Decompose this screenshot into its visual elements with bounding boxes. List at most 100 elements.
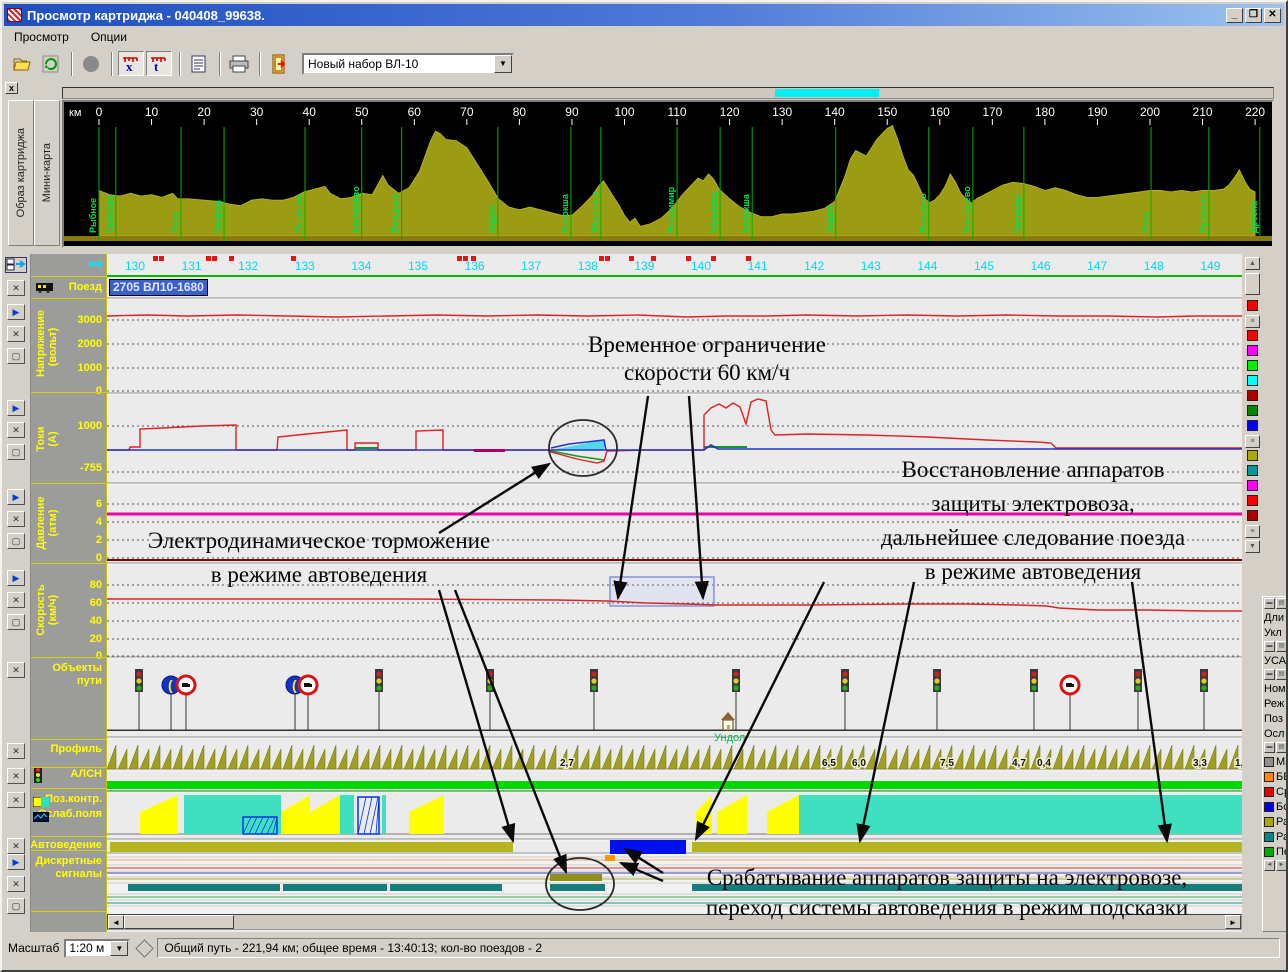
minimap-tabs: Образ картриджа Мини-карта xyxy=(8,100,60,246)
scroll-left-icon[interactable]: ◄ xyxy=(1264,860,1275,871)
titlebar: Просмотр картриджа - 040408_99638. _ ❐ ✕ xyxy=(4,4,1284,26)
signal-color-swatch[interactable] xyxy=(1247,405,1258,416)
signal-color-swatch[interactable] xyxy=(1247,420,1258,431)
signal-toggle-button[interactable]: ≡ xyxy=(1245,435,1260,448)
scale-by-distance-button[interactable]: x xyxy=(118,51,144,76)
svg-text:100: 100 xyxy=(614,105,634,119)
legend-buttons: ▬▤ xyxy=(1263,668,1288,681)
train-id-value[interactable]: 2705 ВЛ10-1680 xyxy=(109,279,208,296)
mini-button[interactable]: ▤ xyxy=(1276,641,1287,652)
hide-button[interactable]: ✕ xyxy=(7,280,25,296)
minimap-view-indicator[interactable] xyxy=(775,89,879,97)
signal-color-swatch[interactable] xyxy=(1247,510,1258,521)
record-button[interactable] xyxy=(78,51,104,76)
main-chart[interactable]: 1301311321331341351361371381391401411421… xyxy=(107,254,1242,932)
scrollbar-thumb[interactable] xyxy=(124,915,234,929)
scale-by-time-button[interactable]: t xyxy=(146,51,172,76)
exit-button[interactable] xyxy=(266,51,292,76)
scroll-left-icon[interactable]: ◄ xyxy=(108,915,124,929)
t-axis-icon: t xyxy=(149,55,169,73)
hide-button[interactable]: ✕ xyxy=(7,326,25,342)
axis-tick: 0 xyxy=(96,385,102,397)
open-button[interactable] xyxy=(10,51,36,76)
restore-button[interactable]: ❐ xyxy=(1245,8,1262,23)
mini-button[interactable]: ▬ xyxy=(1264,598,1275,609)
hide-button[interactable]: ✕ xyxy=(7,592,25,608)
scroll-right-icon[interactable]: ► xyxy=(1225,915,1241,929)
select-button[interactable]: ▢ xyxy=(7,898,25,914)
minimap-scroll-strip[interactable] xyxy=(62,87,1274,99)
chevron-down-icon[interactable]: ▼ xyxy=(110,941,128,956)
signal-color-swatch[interactable] xyxy=(1247,465,1258,476)
close-button[interactable]: ✕ xyxy=(1264,8,1281,23)
signal-color-swatch[interactable] xyxy=(1247,345,1258,356)
signal-color-scrollbar[interactable]: ▲ ≡ ≡ ≡ ▼ xyxy=(1244,254,1262,932)
chevron-down-icon[interactable]: ▼ xyxy=(494,55,512,73)
scroll-up-icon[interactable]: ▲ xyxy=(1245,257,1260,270)
select-button[interactable]: ▢ xyxy=(7,533,25,549)
signal-color-swatch[interactable] xyxy=(1247,375,1258,386)
mini-button[interactable]: ▤ xyxy=(1276,598,1287,609)
signal-color-swatch[interactable] xyxy=(1247,360,1258,371)
legend-label: Осл xyxy=(1263,726,1288,741)
hide-button[interactable]: ✕ xyxy=(7,768,25,784)
tab-cartridge-image[interactable]: Образ картриджа xyxy=(8,100,34,246)
signal-toggle-button[interactable]: ≡ xyxy=(1245,315,1260,328)
expand-button[interactable]: ▶ xyxy=(7,854,25,870)
station-name: Болдино xyxy=(391,193,401,233)
scroll-right-icon[interactable]: ► xyxy=(1276,860,1287,871)
expand-button[interactable]: ▶ xyxy=(7,570,25,586)
station-name: Орехово xyxy=(1198,194,1208,233)
expand-button[interactable]: ▶ xyxy=(7,489,25,505)
km-tick: 134 xyxy=(351,259,371,273)
scale-combobox[interactable]: 1:20 м ▼ xyxy=(64,939,130,958)
minimap-close-button[interactable]: x xyxy=(5,82,18,94)
expand-button[interactable]: ▶ xyxy=(7,400,25,416)
scrollbar-thumb[interactable] xyxy=(1245,273,1260,295)
hide-button[interactable]: ✕ xyxy=(7,876,25,892)
expand-button[interactable]: ▶ xyxy=(7,304,25,320)
legend-buttons: ▬▤ xyxy=(1263,741,1288,754)
controller-pos-block xyxy=(184,795,239,834)
signal-toggle-button[interactable]: ≡ xyxy=(1245,525,1260,538)
discrete-signal-bar xyxy=(128,884,280,891)
signal-color-swatch[interactable] xyxy=(1247,390,1258,401)
mini-button[interactable]: ▬ xyxy=(1264,742,1275,753)
menu-view[interactable]: Просмотр xyxy=(14,30,69,44)
refresh-button[interactable] xyxy=(38,51,64,76)
legend-buttons: ▬▤ xyxy=(1263,597,1288,610)
print-button[interactable] xyxy=(226,51,252,76)
minimap-chart[interactable]: км01020304050607080901001101201301401501… xyxy=(62,100,1274,248)
hide-button[interactable]: ✕ xyxy=(7,422,25,438)
dock-icon[interactable] xyxy=(5,257,27,273)
select-button[interactable]: ▢ xyxy=(7,348,25,364)
svg-text:120: 120 xyxy=(720,105,740,119)
scroll-down-icon[interactable]: ▼ xyxy=(1245,540,1260,553)
mini-button[interactable]: ▤ xyxy=(1276,742,1287,753)
minimize-button[interactable]: _ xyxy=(1226,8,1243,23)
signal-color-swatch[interactable] xyxy=(1247,330,1258,341)
station-name: Петушки xyxy=(294,194,304,233)
hide-button[interactable]: ✕ xyxy=(7,743,25,759)
km-tick: 132 xyxy=(238,259,258,273)
horizontal-scrollbar[interactable]: ◄ ► xyxy=(107,914,1242,930)
tab-minimap[interactable]: Мини-карта xyxy=(34,100,60,246)
report-button[interactable] xyxy=(186,51,212,76)
mini-button[interactable]: ▤ xyxy=(1276,669,1287,680)
select-button[interactable]: ▢ xyxy=(7,444,25,460)
mini-button[interactable]: ▬ xyxy=(1264,641,1275,652)
signal-color-swatch[interactable] xyxy=(1247,450,1258,461)
menu-options[interactable]: Опции xyxy=(91,30,127,44)
select-button[interactable]: ▢ xyxy=(7,614,25,630)
hide-button[interactable]: ✕ xyxy=(7,662,25,678)
signal-color-swatch[interactable] xyxy=(1247,495,1258,506)
dataset-combobox[interactable]: Новый набор ВЛ-10 ▼ xyxy=(302,53,514,75)
discrete-signal-bar xyxy=(550,884,605,891)
hide-button[interactable]: ✕ xyxy=(7,511,25,527)
mini-button[interactable]: ▬ xyxy=(1264,669,1275,680)
hide-button[interactable]: ✕ xyxy=(7,792,25,808)
signal-color-swatch[interactable] xyxy=(1247,480,1258,491)
hide-button[interactable]: ✕ xyxy=(7,838,25,854)
event-marker xyxy=(457,256,462,261)
signal-color-swatch[interactable] xyxy=(1247,300,1258,311)
